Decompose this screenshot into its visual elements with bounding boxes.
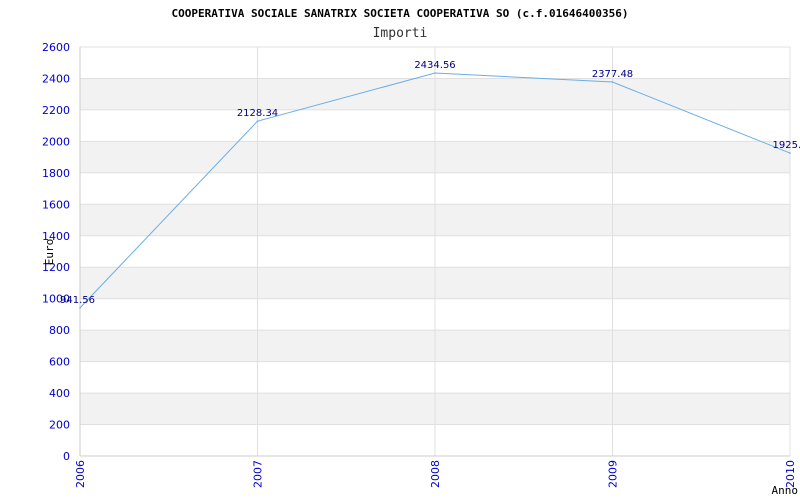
data-point [79,307,81,309]
y-tick-label: 1800 [42,167,70,180]
x-tick-label: 2008 [429,460,442,488]
data-label: 1925.7 [773,140,800,151]
data-label: 941.56 [60,295,95,306]
y-tick-label: 2400 [42,72,70,85]
chart-title: COOPERATIVA SOCIALE SANATRIX SOCIETA COO… [172,7,629,20]
data-label: 2434.56 [414,60,455,71]
x-axis-label: Anno [772,484,799,497]
y-tick-label: 2000 [42,135,70,148]
x-tick-label: 2007 [252,460,265,488]
data-point [789,152,791,154]
y-tick-label: 200 [49,419,70,432]
data-label: 2128.34 [237,108,278,119]
line-chart: 0200400600800100012001400160018002000220… [42,7,800,497]
x-tick-labels: 2006 2007 2008 2009 2010 [74,460,797,488]
y-tick-label: 1600 [42,198,70,211]
data-label: 2377.48 [592,69,633,80]
data-point [434,72,436,74]
y-tick-label: 400 [49,387,70,400]
y-tick-label: 0 [63,450,70,463]
x-tick-label: 2009 [607,460,620,488]
y-axis-label: Euro [43,239,56,266]
y-tick-label: 2200 [42,104,70,117]
x-tick-label: 2006 [74,460,87,488]
data-point [256,120,259,122]
data-point [611,81,614,83]
y-tick-label: 600 [49,356,70,369]
y-tick-label: 2600 [42,41,70,54]
chart-subtitle: Importi [373,26,428,41]
y-tick-label: 800 [49,324,70,337]
